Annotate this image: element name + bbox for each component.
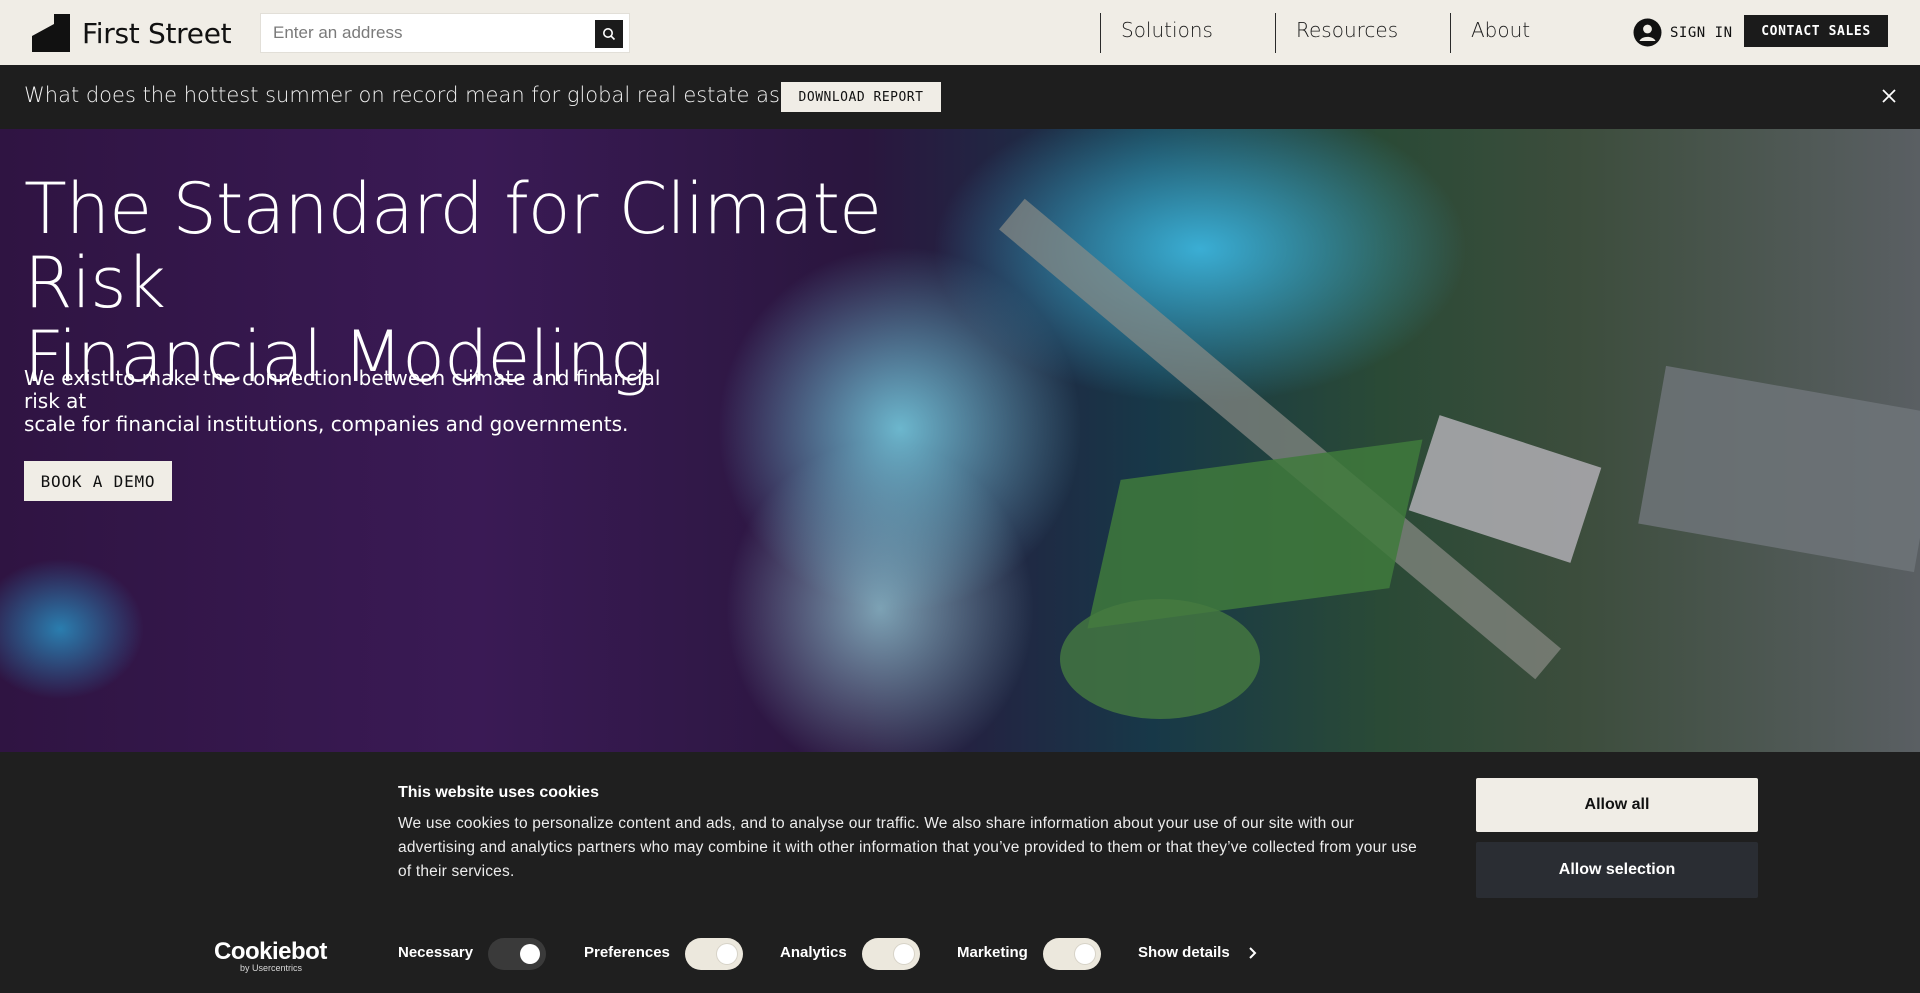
nav-solutions[interactable]: Solutions [1100, 13, 1275, 53]
address-search [260, 13, 630, 53]
hero-title: The Standard for Climate Risk Financial … [24, 172, 984, 394]
marketing-toggle[interactable] [1043, 938, 1101, 970]
aerial-baseball-field [1060, 599, 1260, 719]
show-details-link[interactable]: Show details [1138, 944, 1230, 961]
aerial-building [1408, 415, 1602, 563]
hero-subtitle: We exist to make the connection between … [24, 367, 684, 436]
chevron-right-icon[interactable] [1246, 946, 1260, 960]
cookie-description: We use cookies to personalize content an… [398, 812, 1438, 884]
cookie-description-line-1: We use cookies to personalize content an… [398, 815, 1355, 832]
cookiebot-logo: Cookiebot by Usercentrics [214, 938, 327, 973]
toggle-knob [894, 944, 914, 964]
necessary-toggle[interactable] [488, 938, 546, 970]
user-account-icon [1633, 18, 1662, 47]
close-icon[interactable] [1878, 85, 1900, 107]
toggle-label-necessary: Necessary [398, 944, 474, 961]
cookie-description-line-2: advertising and analytics partners who m… [398, 839, 1417, 856]
toggle-knob [717, 944, 737, 964]
contact-sales-button[interactable]: CONTACT SALES [1744, 15, 1888, 47]
brand-logo[interactable]: First Street [32, 14, 232, 52]
nav-resources[interactable]: Resources [1275, 13, 1450, 53]
download-report-button[interactable]: DOWNLOAD REPORT [781, 82, 941, 112]
book-demo-button[interactable]: BOOK A DEMO [24, 461, 172, 501]
announcement-banner: What does the hottest summer on record m… [0, 65, 1920, 129]
cookie-title: This website uses cookies [398, 784, 599, 801]
cookie-description-line-3: of their services. [398, 863, 515, 880]
cookiebot-brand: Cookiebot [214, 938, 327, 965]
toggle-label-analytics: Analytics [780, 944, 847, 961]
search-button[interactable] [595, 20, 623, 48]
banner-message: What does the hottest summer on record m… [24, 83, 835, 107]
hero-title-line-1: The Standard for Climate Risk [24, 168, 882, 324]
nav-about[interactable]: About [1450, 13, 1570, 53]
analytics-toggle[interactable] [862, 938, 920, 970]
sign-in-link[interactable]: SIGN IN [1633, 18, 1733, 47]
toggle-label-marketing: Marketing [957, 944, 1028, 961]
preferences-toggle[interactable] [685, 938, 743, 970]
address-search-input[interactable] [273, 14, 593, 52]
brand-name: First Street [82, 16, 232, 50]
sign-in-label: SIGN IN [1670, 24, 1733, 41]
allow-selection-button[interactable]: Allow selection [1476, 842, 1758, 898]
toggle-knob [1075, 944, 1095, 964]
search-icon [603, 28, 616, 41]
toggle-knob [520, 944, 540, 964]
aerial-parking-lot [1638, 365, 1920, 573]
allow-all-button[interactable]: Allow all [1476, 778, 1758, 832]
top-navigation: First Street Solutions Resources About S… [0, 0, 1920, 65]
toggle-label-preferences: Preferences [584, 944, 670, 961]
hero-subtitle-line-2: scale for financial institutions, compan… [24, 412, 629, 436]
hero-subtitle-line-1: We exist to make the connection between … [24, 366, 661, 413]
first-street-logo-icon [32, 14, 70, 52]
